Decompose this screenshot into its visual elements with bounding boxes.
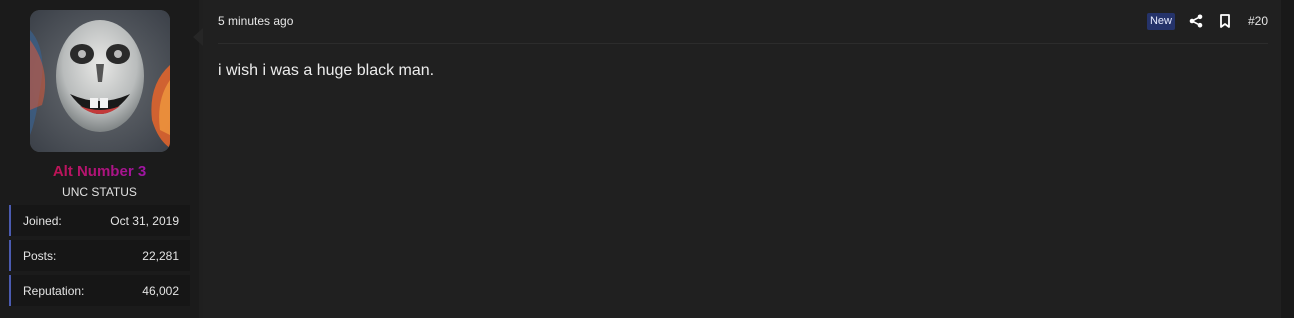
username[interactable]: Alt Number 3 xyxy=(0,163,199,180)
user-title: UNC STATUS xyxy=(62,185,137,199)
stat-label-joined: Joined: xyxy=(23,213,62,228)
stat-value-posts[interactable]: 22,281 xyxy=(142,249,179,263)
stat-label-posts: Posts: xyxy=(23,248,57,263)
clown-face-avatar-icon xyxy=(30,10,170,152)
stat-row-joined: Joined: Oct 31, 2019 xyxy=(9,205,190,236)
stat-value-reputation: 46,002 xyxy=(142,283,179,298)
message-content: 5 minutes ago New #20 i wish i was a hug… xyxy=(203,0,1281,318)
user-info-panel: Alt Number 3 UNC STATUS Joined: Oct 31, … xyxy=(0,0,199,318)
stat-row-posts: Posts: 22,281 xyxy=(9,240,190,271)
message-header: 5 minutes ago New #20 xyxy=(218,0,1268,44)
post-timestamp[interactable]: 5 minutes ago xyxy=(218,14,293,28)
avatar[interactable] xyxy=(30,10,170,152)
scrollbar-track[interactable] xyxy=(1281,0,1294,318)
message-actions: New #20 xyxy=(1146,12,1268,30)
new-badge: New xyxy=(1146,12,1175,30)
post-body-text: i wish i was a huge black man. xyxy=(218,62,435,79)
message-post: Alt Number 3 UNC STATUS Joined: Oct 31, … xyxy=(0,0,1294,318)
bookmark-icon[interactable] xyxy=(1219,14,1231,28)
message-arrow xyxy=(193,28,203,46)
post-number-link[interactable]: #20 xyxy=(1248,14,1268,28)
share-icon[interactable] xyxy=(1189,14,1203,28)
stat-row-reputation: Reputation: 46,002 xyxy=(9,275,190,306)
stat-value-joined: Oct 31, 2019 xyxy=(110,213,179,228)
stat-label-reputation: Reputation: xyxy=(23,283,85,298)
